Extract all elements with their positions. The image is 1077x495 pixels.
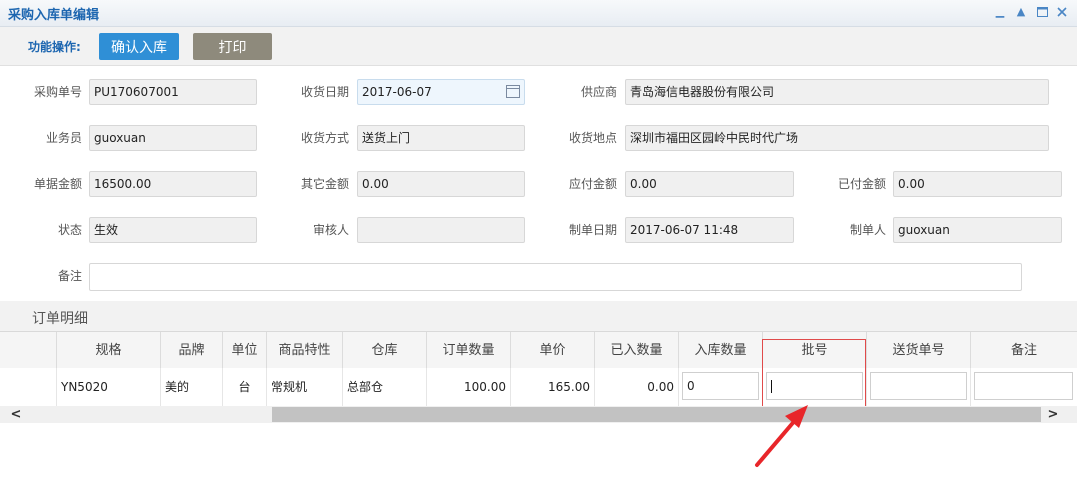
annotation-arrow-icon	[755, 405, 808, 467]
